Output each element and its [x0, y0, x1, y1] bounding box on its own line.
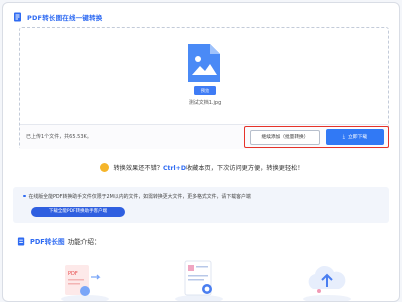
- tip-prefix: 转换效果还不错？: [113, 165, 163, 172]
- upload-area[interactable]: 预览 测试文档1.jpg 已上传1个文件，共65.53K。 继续添加（批量转换）…: [19, 27, 389, 149]
- image-file-icon[interactable]: [186, 42, 222, 84]
- app-window: PDF转长图在线一键转换 预览 测试文档1.jpg 已上传1个文件，共65.53…: [2, 2, 400, 302]
- tip-suffix: 收藏本页，下次访问更方便，转换更轻松！: [185, 165, 304, 172]
- download-icon: ⤓: [342, 134, 345, 140]
- pdf-doc-icon: [17, 236, 25, 246]
- document-search-illustration: [175, 260, 223, 301]
- svg-text:PDF: PDF: [68, 271, 78, 277]
- download-client-button[interactable]: 下载全能PDF转换助手客户端: [31, 207, 125, 217]
- upload-action-bar: 已上传1个文件，共65.53K。 继续添加（批量转换） ⤓ 立即下载: [20, 124, 389, 149]
- download-label: 立即下载: [348, 135, 368, 140]
- bullet-dot: [23, 194, 26, 197]
- shortcut-key: Ctrl+D: [162, 165, 186, 172]
- info-text: 在线版全能PDF转换助手文件仅限于2M以内的文件，如需转换更大文件，更多格式文件…: [28, 194, 251, 200]
- page-title: PDF转长图在线一键转换: [27, 14, 103, 22]
- file-name: 测试文档1.jpg: [188, 100, 222, 106]
- intro-title-accent: PDF转长图: [30, 238, 65, 246]
- preview-badge[interactable]: 预览: [194, 86, 216, 95]
- cloud-upload-illustration: [303, 265, 351, 301]
- info-text-row: 在线版全能PDF转换助手文件仅限于2M以内的文件，如需转换更大文件，更多格式文件…: [23, 193, 251, 200]
- upload-status: 已上传1个文件，共65.53K。: [26, 134, 92, 140]
- client-info-box: 在线版全能PDF转换助手文件仅限于2M以内的文件，如需转换更大文件，更多格式文件…: [13, 187, 389, 223]
- pdf-convert-icon: [14, 12, 21, 22]
- bookmark-tip: 转换效果还不错？Ctrl+D收藏本页，下次访问更方便，转换更轻松！: [3, 163, 399, 175]
- feature-intro-heading: PDF转长图 功能介绍：: [17, 235, 101, 247]
- continue-add-button[interactable]: 继续添加（批量转换）: [250, 130, 320, 145]
- intro-title-rest: 功能介绍：: [67, 238, 101, 246]
- pdf-convert-illustration: PDF: [61, 265, 109, 301]
- download-now-button[interactable]: ⤓ 立即下载: [326, 129, 384, 145]
- smile-icon: [100, 163, 110, 172]
- header: PDF转长图在线一键转换: [13, 11, 103, 23]
